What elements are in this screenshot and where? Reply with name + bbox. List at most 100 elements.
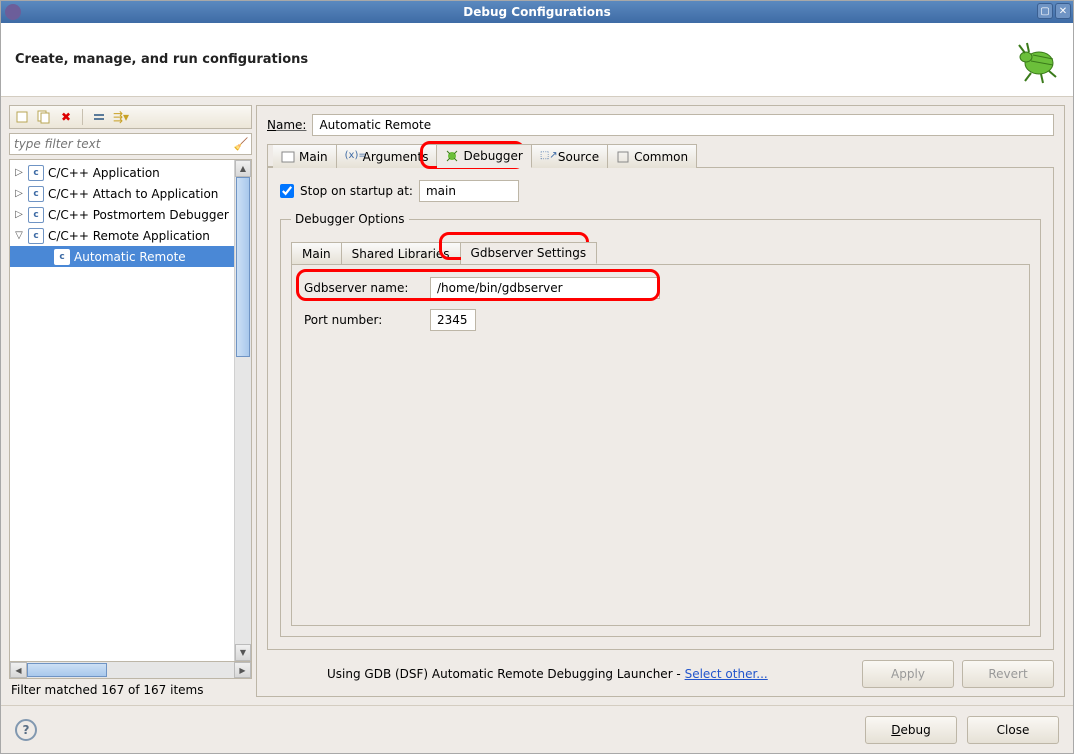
collapse-all-icon[interactable]	[91, 109, 107, 125]
button-label: Close	[997, 723, 1030, 737]
filter-input[interactable]	[9, 133, 252, 155]
delete-icon[interactable]: ✖	[58, 109, 74, 125]
tree-item-automatic-remote[interactable]: c Automatic Remote	[10, 246, 234, 267]
common-tab-icon	[616, 150, 630, 164]
tab-body: Stop on startup at: Debugger Options Mai…	[267, 168, 1054, 650]
tree-label: C/C++ Attach to Application	[48, 187, 218, 201]
tree-label: C/C++ Postmortem Debugger	[48, 208, 229, 222]
tab-label: Arguments	[363, 150, 429, 164]
subtab-gdbserver-settings[interactable]: Gdbserver Settings	[461, 242, 598, 264]
debug-button[interactable]: Debug	[865, 716, 957, 744]
subtab-label: Main	[302, 247, 331, 261]
scrollbar-thumb[interactable]	[27, 663, 107, 677]
debugger-tab-icon	[445, 149, 459, 163]
button-label: Apply	[891, 667, 925, 681]
expand-icon[interactable]: ▷	[14, 209, 24, 220]
debugger-options-legend: Debugger Options	[291, 212, 409, 226]
tab-label: Main	[299, 150, 328, 164]
tree-item-c-postmortem[interactable]: ▷ c C/C++ Postmortem Debugger	[10, 204, 234, 225]
launcher-text-content: Using GDB (DSF) Automatic Remote Debuggi…	[327, 667, 685, 681]
stop-on-startup-label: Stop on startup at:	[300, 184, 413, 198]
clear-filter-icon[interactable]: 🧹	[233, 136, 249, 152]
scroll-down-icon[interactable]: ▼	[235, 644, 251, 661]
stop-on-startup-row: Stop on startup at:	[280, 180, 1041, 202]
header: Create, manage, and run configurations	[1, 23, 1073, 97]
subtab-shared-libraries[interactable]: Shared Libraries	[342, 242, 461, 264]
scroll-right-icon[interactable]: ▶	[234, 662, 251, 678]
tab-label: Common	[634, 150, 688, 164]
tab-common[interactable]: Common	[608, 144, 697, 168]
gdbserver-name-input[interactable]	[430, 277, 660, 299]
separator	[82, 109, 83, 125]
subtab-row: Main Shared Libraries Gdbserver Settings	[291, 242, 1030, 265]
maximize-icon[interactable]: ▢	[1037, 3, 1053, 19]
tree-item-c-remote[interactable]: ▽ c C/C++ Remote Application	[10, 225, 234, 246]
tree-item-c-app[interactable]: ▷ c C/C++ Application	[10, 162, 234, 183]
stop-on-startup-checkbox[interactable]	[280, 184, 294, 198]
stop-on-startup-input[interactable]	[419, 180, 519, 202]
launcher-row: Using GDB (DSF) Automatic Remote Debuggi…	[267, 650, 1054, 688]
c-project-icon: c	[28, 228, 44, 244]
gdbserver-name-label: Gdbserver name:	[304, 281, 422, 295]
titlebar: Debug Configurations ▢ ✕	[1, 1, 1073, 23]
subtab-label: Shared Libraries	[352, 247, 450, 261]
select-other-link[interactable]: Select other...	[685, 667, 768, 681]
horizontal-scrollbar[interactable]: ◀ ▶	[9, 662, 252, 679]
collapse-icon[interactable]: ▽	[14, 230, 24, 241]
expand-icon[interactable]: ▷	[14, 167, 24, 178]
scrollbar-track[interactable]	[27, 662, 234, 678]
apply-button[interactable]: Apply	[862, 660, 954, 688]
button-label: Revert	[988, 667, 1027, 681]
tree-label: C/C++ Application	[48, 166, 160, 180]
header-title: Create, manage, and run configurations	[15, 52, 308, 67]
name-input[interactable]	[312, 114, 1054, 136]
app-icon	[5, 4, 21, 20]
tab-debugger[interactable]: Debugger	[437, 144, 531, 168]
name-label: Name:	[267, 118, 306, 132]
c-project-icon: c	[28, 186, 44, 202]
tree-label: Automatic Remote	[74, 250, 186, 264]
tree-container: ▷ c C/C++ Application ▷ c C/C++ Attach t…	[9, 159, 252, 662]
tab-source[interactable]: ⬚↗ Source	[532, 144, 608, 168]
filter-status: Filter matched 167 of 167 items	[9, 679, 252, 697]
dialog-window: Debug Configurations ▢ ✕ Create, manage,…	[0, 0, 1074, 754]
right-pane: Name: Main (x)= Arguments Debugger	[256, 105, 1065, 697]
filter-icon[interactable]: ⇶▾	[113, 109, 129, 125]
vertical-scrollbar[interactable]: ▲ ▼	[234, 160, 251, 661]
expand-icon[interactable]: ▷	[14, 188, 24, 199]
tree-label: C/C++ Remote Application	[48, 229, 210, 243]
window-title: Debug Configurations	[463, 5, 610, 19]
gdbserver-name-row: Gdbserver name:	[304, 277, 1017, 299]
main-tab-icon	[281, 150, 295, 164]
close-icon[interactable]: ✕	[1055, 3, 1071, 19]
port-number-input[interactable]	[430, 309, 476, 331]
close-button[interactable]: Close	[967, 716, 1059, 744]
tab-main[interactable]: Main	[273, 144, 337, 168]
left-pane: ✖ ⇶▾ 🧹 ▷ c C/C++ Application ▷	[9, 105, 252, 697]
new-config-icon[interactable]	[14, 109, 30, 125]
source-tab-icon: ⬚↗	[540, 150, 554, 164]
subtab-label: Gdbserver Settings	[471, 246, 587, 260]
filter-row: 🧹	[9, 133, 252, 155]
c-project-icon: c	[54, 249, 70, 265]
tab-row: Main (x)= Arguments Debugger ⬚↗ Source C…	[267, 144, 1054, 168]
scrollbar-thumb[interactable]	[236, 177, 250, 357]
tab-label: Source	[558, 150, 599, 164]
duplicate-icon[interactable]	[36, 109, 52, 125]
c-project-icon: c	[28, 207, 44, 223]
subtabs-wrapper: Main Shared Libraries Gdbserver Settings	[291, 236, 1030, 265]
scroll-up-icon[interactable]: ▲	[235, 160, 251, 177]
port-number-row: Port number:	[304, 309, 1017, 331]
subtab-main[interactable]: Main	[291, 242, 342, 264]
tab-label: Debugger	[463, 149, 522, 163]
scroll-left-icon[interactable]: ◀	[10, 662, 27, 678]
left-toolbar: ✖ ⇶▾	[9, 105, 252, 129]
tab-arguments[interactable]: (x)= Arguments	[337, 144, 438, 168]
tree-item-c-attach[interactable]: ▷ c C/C++ Attach to Application	[10, 183, 234, 204]
config-tree[interactable]: ▷ c C/C++ Application ▷ c C/C++ Attach t…	[10, 160, 234, 661]
port-number-label: Port number:	[304, 313, 422, 327]
help-icon[interactable]: ?	[15, 719, 37, 741]
revert-button[interactable]: Revert	[962, 660, 1054, 688]
tabs-wrapper: Main (x)= Arguments Debugger ⬚↗ Source C…	[267, 144, 1054, 168]
window-buttons: ▢ ✕	[1037, 3, 1071, 19]
